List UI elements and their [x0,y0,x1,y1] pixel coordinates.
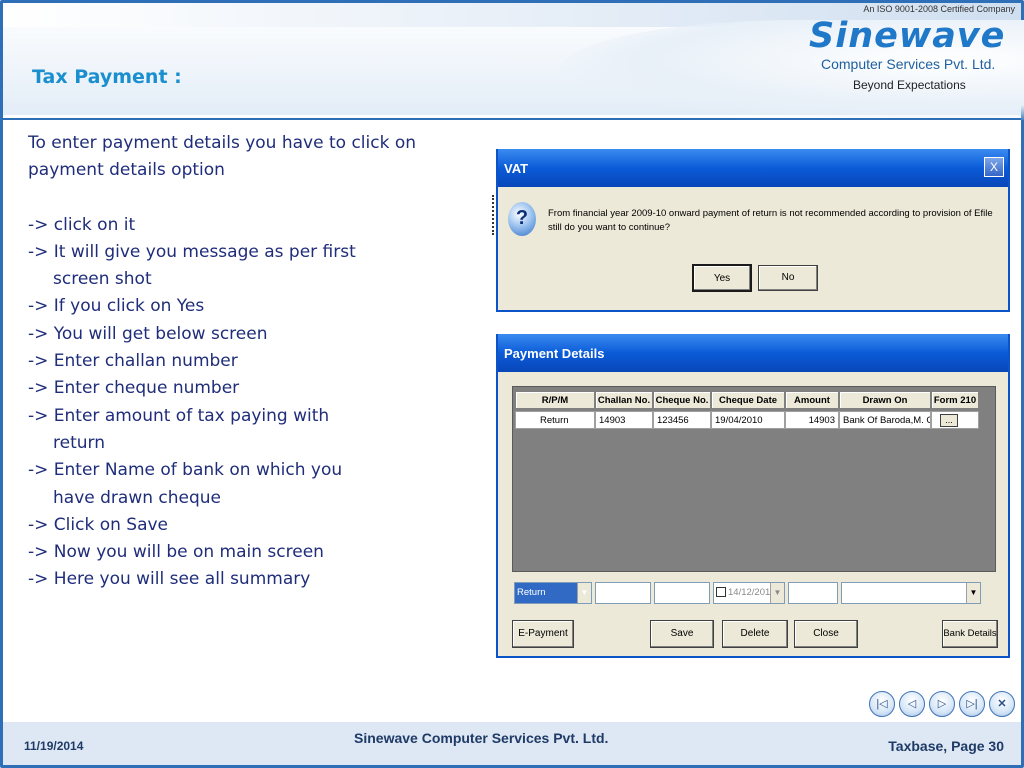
slide-title: Tax Payment : [32,66,182,88]
vat-message: From financial year 2009-10 onward payme… [548,208,993,233]
instruction-line: screen shot [53,269,152,290]
cell-challan[interactable]: 14903 [595,411,653,429]
save-button[interactable]: Save [650,620,714,648]
first-icon[interactable]: |◁ [869,691,895,717]
rpm-select-value: Return [517,587,546,598]
no-button[interactable]: No [758,265,818,291]
vat-title: VAT [504,161,529,176]
cell-form210: ... [931,411,979,429]
cell-rpm[interactable]: Return [515,411,595,429]
instruction-line: -> click on it [28,214,136,235]
payment-title: Payment Details [504,346,605,361]
close-icon[interactable]: X [984,157,1004,177]
chevron-down-icon[interactable]: ▼ [577,583,591,603]
column-header-form210[interactable]: Form 210 [931,391,979,409]
payment-titlebar: Payment Details [498,334,1008,372]
iso-note: An ISO 9001-2008 Certified Company [863,4,1015,14]
cheque-date-picker[interactable]: 14/12/2010 ▼ [713,582,785,604]
bank-details-button[interactable]: Bank Details [942,620,998,648]
instruction-line: -> It will give you message as per first [28,241,356,262]
checkbox-icon[interactable] [716,587,726,598]
column-header-cheque-no[interactable]: Cheque No. [653,391,711,409]
payment-grid[interactable]: R/P/M Challan No. Cheque No. Cheque Date… [512,386,996,572]
yes-button[interactable]: Yes [692,264,752,292]
column-header-rpm[interactable]: R/P/M [515,391,595,409]
instruction-line: -> Click on Save [28,514,169,535]
close-button[interactable]: Close [794,620,858,648]
header-rule [3,118,1021,120]
cell-amount[interactable]: 14903 [785,411,839,429]
chevron-down-icon[interactable]: ▼ [770,583,784,603]
instructions: To enter payment details you have to cli… [28,130,488,594]
instruction-line: -> You will get below screen [28,323,268,344]
next-icon[interactable]: ▷ [929,691,955,717]
vat-titlebar: VAT X [498,149,1008,187]
drawn-on-select[interactable]: ▼ [841,582,981,604]
instruction-line: -> Enter amount of tax paying with [28,405,330,426]
cheque-no-input[interactable] [654,582,710,604]
company-logo: An ISO 9001-2008 Certified Company Sinew… [805,4,1017,96]
screenshot-edge [492,195,495,235]
instruction-line: -> Enter Name of bank on which you [28,460,343,481]
amount-input[interactable] [788,582,838,604]
challan-input[interactable] [595,582,651,604]
rpm-select[interactable]: Return ▼ [514,582,592,604]
column-header-challan[interactable]: Challan No. [595,391,653,409]
instruction-line: return [53,432,105,453]
last-icon[interactable]: ▷| [959,691,985,717]
close-icon[interactable]: ✕ [989,691,1015,717]
logo-name: Sinewave [809,16,1006,56]
logo-tagline: Beyond Expectations [853,78,966,92]
cell-cheque-no[interactable]: 123456 [653,411,711,429]
previous-icon[interactable]: ◁ [899,691,925,717]
chevron-down-icon[interactable]: ▼ [966,583,980,603]
cheque-date-value: 14/12/2010 [728,587,776,598]
question-icon: ? [508,202,536,236]
column-header-cheque-date[interactable]: Cheque Date [711,391,785,409]
instruction-line: -> Now you will be on main screen [28,542,324,563]
instruction-line: -> Enter cheque number [28,378,240,399]
cell-drawn-on[interactable]: Bank Of Baroda,M. G. I [839,411,931,429]
cell-cheque-date[interactable]: 19/04/2010 [711,411,785,429]
e-payment-button[interactable]: E-Payment [512,620,574,648]
instruction-line: have drawn cheque [53,487,221,508]
instruction-line: To enter payment details you have to cli… [28,133,417,153]
footer-date: 11/19/2014 [24,739,84,753]
form210-button[interactable]: ... [940,414,958,427]
logo-subtitle: Computer Services Pvt. Ltd. [821,56,996,72]
instruction-line: -> Enter challan number [28,351,238,372]
column-header-amount[interactable]: Amount [785,391,839,409]
instruction-line: payment details option [28,160,225,181]
vat-dialog: VAT X ? From financial year 2009-10 onwa… [496,149,1010,312]
payment-details-dialog: Payment Details R/P/M Challan No. Cheque… [496,334,1010,658]
delete-button[interactable]: Delete [722,620,788,648]
footer-company: Sinewave Computer Services Pvt. Ltd. [354,730,609,746]
instruction-line: -> Here you will see all summary [28,569,311,590]
instruction-line: -> If you click on Yes [28,296,205,317]
column-header-drawn-on[interactable]: Drawn On [839,391,931,409]
footer-page: Taxbase, Page 30 [888,738,1004,754]
